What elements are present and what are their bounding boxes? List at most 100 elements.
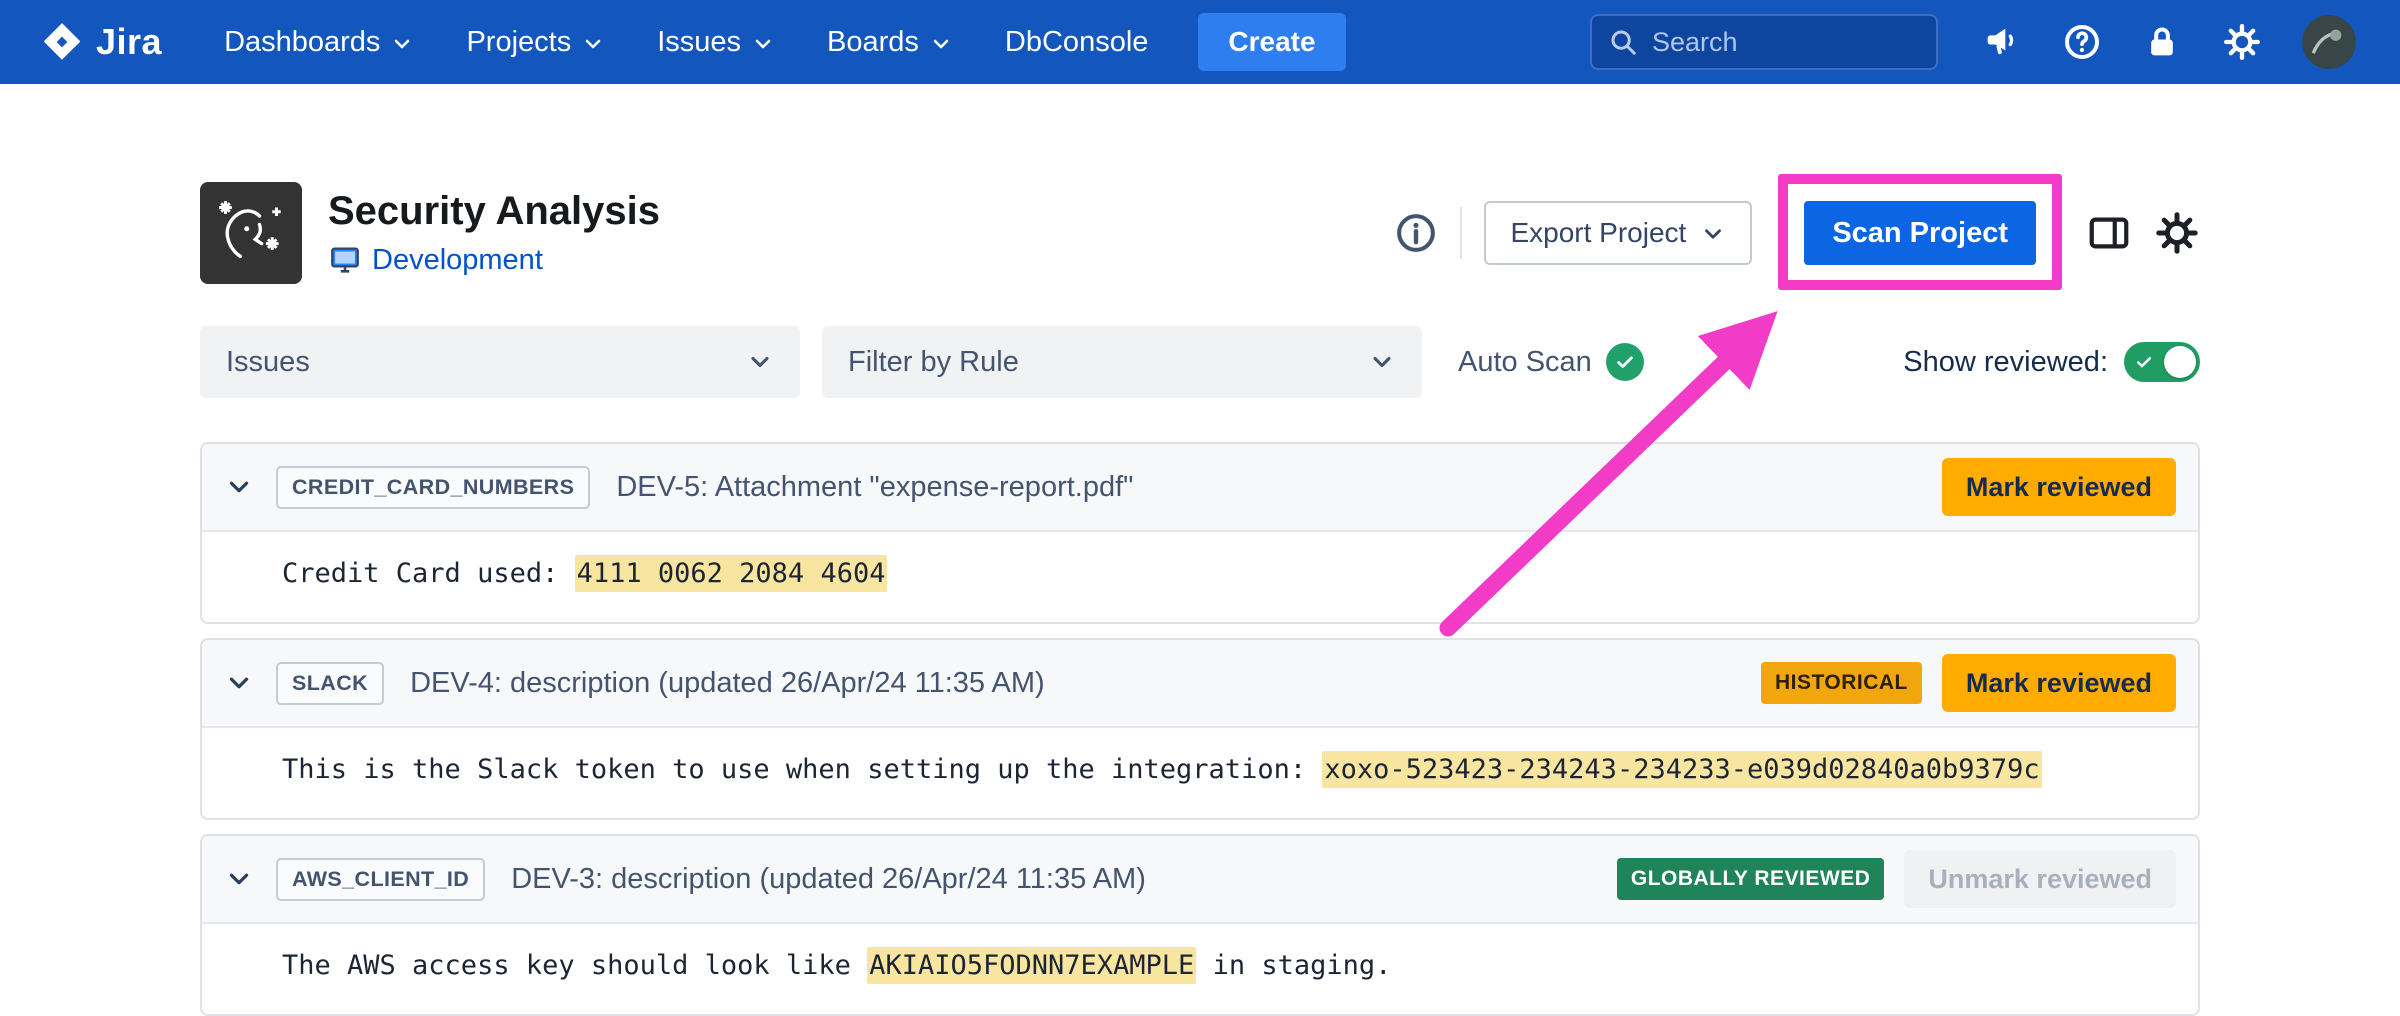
secret-highlight: AKIAIO5FODNN7EXAMPLE bbox=[867, 947, 1196, 984]
finding-snippet: The AWS access key should look like AKIA… bbox=[202, 924, 2198, 1014]
chevron-down-icon bbox=[224, 668, 254, 698]
project-header-actions: Export Project Scan Project bbox=[1394, 201, 2200, 265]
snippet-text: Credit Card used: bbox=[282, 558, 575, 589]
export-project-button[interactable]: Export Project bbox=[1484, 201, 1752, 265]
scan-project-button[interactable]: Scan Project bbox=[1804, 201, 2036, 265]
info-button[interactable] bbox=[1394, 211, 1438, 255]
finding-card-header: SLACK DEV-4: description (updated 26/Apr… bbox=[202, 640, 2198, 728]
show-reviewed-toggle[interactable] bbox=[2124, 342, 2200, 382]
historical-badge: HISTORICAL bbox=[1761, 662, 1922, 704]
rule-badge: SLACK bbox=[276, 662, 384, 705]
finding-card-dev4: SLACK DEV-4: description (updated 26/Apr… bbox=[200, 638, 2200, 820]
chevron-down-icon bbox=[224, 472, 254, 502]
findings-list: CREDIT_CARD_NUMBERS DEV-5: Attachment "e… bbox=[200, 442, 2200, 1016]
finding-card-header: AWS_CLIENT_ID DEV-3: description (update… bbox=[202, 836, 2198, 924]
detail-view-button[interactable] bbox=[2086, 210, 2132, 256]
settings-button[interactable] bbox=[2222, 22, 2262, 62]
megaphone-icon bbox=[1982, 22, 2022, 62]
project-link-row: Development bbox=[328, 243, 660, 277]
unmark-reviewed-button[interactable]: Unmark reviewed bbox=[1904, 850, 2176, 908]
chevron-down-icon bbox=[1368, 348, 1396, 376]
project-avatar-art bbox=[200, 182, 302, 284]
info-icon bbox=[1394, 211, 1438, 255]
finding-title: DEV-5: Attachment "expense-report.pdf" bbox=[616, 471, 1133, 504]
check-icon bbox=[2134, 352, 2154, 372]
finding-snippet: This is the Slack token to use when sett… bbox=[202, 728, 2198, 818]
chevron-down-icon bbox=[581, 32, 605, 56]
search-icon bbox=[1608, 27, 1638, 57]
finding-title: DEV-3: description (updated 26/Apr/24 11… bbox=[511, 863, 1146, 896]
nav-dashboards[interactable]: Dashboards bbox=[224, 26, 414, 59]
chevron-down-icon bbox=[390, 32, 414, 56]
rule-badge: AWS_CLIENT_ID bbox=[276, 858, 485, 901]
nav-issues-label: Issues bbox=[657, 26, 741, 59]
nav-issues[interactable]: Issues bbox=[657, 26, 775, 59]
issues-filter-dropdown[interactable]: Issues bbox=[200, 326, 800, 398]
navbar-icons bbox=[1982, 15, 2356, 69]
project-header-left: Security Analysis Development bbox=[200, 182, 660, 284]
brand-text: Jira bbox=[96, 21, 162, 63]
user-avatar[interactable] bbox=[2302, 15, 2356, 69]
chevron-down-icon bbox=[224, 864, 254, 894]
auto-scan-check-badge bbox=[1606, 343, 1644, 381]
chevron-down-icon bbox=[751, 32, 775, 56]
secret-highlight: xoxo-523423-234243-234233-e039d02840a0b9… bbox=[1322, 751, 2041, 788]
jira-logo-icon bbox=[40, 20, 84, 64]
finding-card-dev5: CREDIT_CARD_NUMBERS DEV-5: Attachment "e… bbox=[200, 442, 2200, 624]
mark-reviewed-button[interactable]: Mark reviewed bbox=[1942, 458, 2176, 516]
check-icon bbox=[1614, 351, 1636, 373]
toggle-knob bbox=[2164, 346, 2196, 378]
page-title: Security Analysis bbox=[328, 189, 660, 233]
project-settings-button[interactable] bbox=[2154, 210, 2200, 256]
export-project-label: Export Project bbox=[1510, 217, 1686, 249]
show-reviewed-control: Show reviewed: bbox=[1903, 342, 2200, 382]
nav-dashboards-label: Dashboards bbox=[224, 26, 380, 59]
expand-chevron-button[interactable] bbox=[224, 668, 256, 698]
snippet-text: in staging. bbox=[1196, 950, 1391, 981]
issues-filter-label: Issues bbox=[226, 346, 310, 379]
filter-row: Issues Filter by Rule Auto Scan Show rev… bbox=[200, 326, 2200, 398]
navbar-search[interactable] bbox=[1590, 14, 1938, 70]
rule-filter-dropdown[interactable]: Filter by Rule bbox=[822, 326, 1422, 398]
rule-badge: CREDIT_CARD_NUMBERS bbox=[276, 466, 590, 509]
lock-icon bbox=[2142, 22, 2182, 62]
auto-scan-status: Auto Scan bbox=[1458, 343, 1644, 381]
finding-card-dev3: AWS_CLIENT_ID DEV-3: description (update… bbox=[200, 834, 2200, 1016]
announcements-button[interactable] bbox=[1982, 22, 2022, 62]
nav-projects-label: Projects bbox=[466, 26, 571, 59]
main-content: Security Analysis Development Export Pro… bbox=[0, 182, 2400, 1016]
globally-reviewed-badge: GLOBALLY REVIEWED bbox=[1617, 858, 1885, 900]
snippet-text: The AWS access key should look like bbox=[282, 950, 867, 981]
project-header: Security Analysis Development Export Pro… bbox=[200, 182, 2200, 284]
project-link[interactable]: Development bbox=[372, 244, 543, 277]
gear-icon bbox=[2154, 210, 2200, 256]
finding-snippet: Credit Card used: 4111 0062 2084 4604 bbox=[202, 532, 2198, 622]
annotation-highlight-box: Scan Project bbox=[1804, 201, 2036, 265]
help-button[interactable] bbox=[2062, 22, 2102, 62]
avatar-image bbox=[2302, 15, 2356, 69]
chevron-down-icon bbox=[1700, 221, 1726, 247]
nav-dbconsole-label: DbConsole bbox=[1005, 26, 1148, 59]
nav-boards-label: Boards bbox=[827, 26, 919, 59]
nav-boards[interactable]: Boards bbox=[827, 26, 953, 59]
secret-highlight: 4111 0062 2084 4604 bbox=[575, 555, 888, 592]
create-button[interactable]: Create bbox=[1198, 13, 1345, 71]
nav-dbconsole[interactable]: DbConsole bbox=[1005, 26, 1148, 59]
help-icon bbox=[2062, 22, 2102, 62]
primary-nav: Dashboards Projects Issues Boards DbCons… bbox=[224, 26, 1148, 59]
project-titles: Security Analysis Development bbox=[328, 189, 660, 277]
security-button[interactable] bbox=[2142, 22, 2182, 62]
search-input[interactable] bbox=[1652, 27, 1920, 58]
expand-chevron-button[interactable] bbox=[224, 472, 256, 502]
jira-logo[interactable]: Jira bbox=[40, 20, 162, 64]
expand-chevron-button[interactable] bbox=[224, 864, 256, 894]
chevron-down-icon bbox=[746, 348, 774, 376]
monitor-icon bbox=[328, 243, 362, 277]
show-reviewed-label: Show reviewed: bbox=[1903, 346, 2108, 379]
mark-reviewed-button[interactable]: Mark reviewed bbox=[1942, 654, 2176, 712]
vertical-divider bbox=[1460, 207, 1462, 259]
chevron-down-icon bbox=[929, 32, 953, 56]
nav-projects[interactable]: Projects bbox=[466, 26, 605, 59]
gear-icon bbox=[2222, 22, 2262, 62]
finding-card-header: CREDIT_CARD_NUMBERS DEV-5: Attachment "e… bbox=[202, 444, 2198, 532]
